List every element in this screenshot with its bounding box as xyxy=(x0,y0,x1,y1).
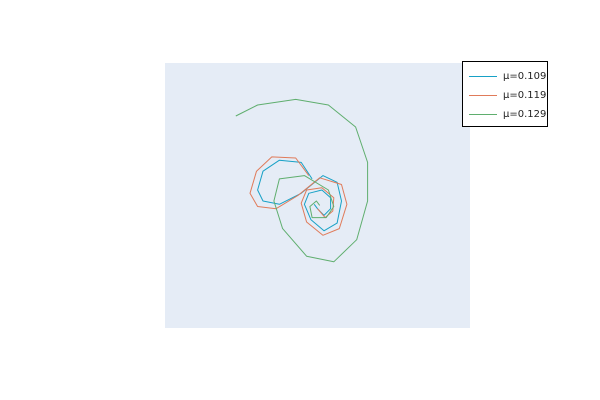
legend-item-2[interactable]: μ=0.119 xyxy=(469,88,546,102)
legend: μ=0.109 μ=0.119 μ=0.129 xyxy=(462,61,548,127)
legend-item-3[interactable]: μ=0.129 xyxy=(469,107,546,121)
legend-label-3: μ=0.129 xyxy=(503,108,547,120)
legend-label-1: μ=0.109 xyxy=(503,70,547,82)
legend-label-2: μ=0.119 xyxy=(503,89,547,101)
chart xyxy=(165,63,470,328)
legend-item-1[interactable]: μ=0.109 xyxy=(469,69,546,83)
legend-swatch-2 xyxy=(469,94,497,96)
legend-swatch-3 xyxy=(469,113,497,115)
legend-swatch-1 xyxy=(469,75,497,77)
